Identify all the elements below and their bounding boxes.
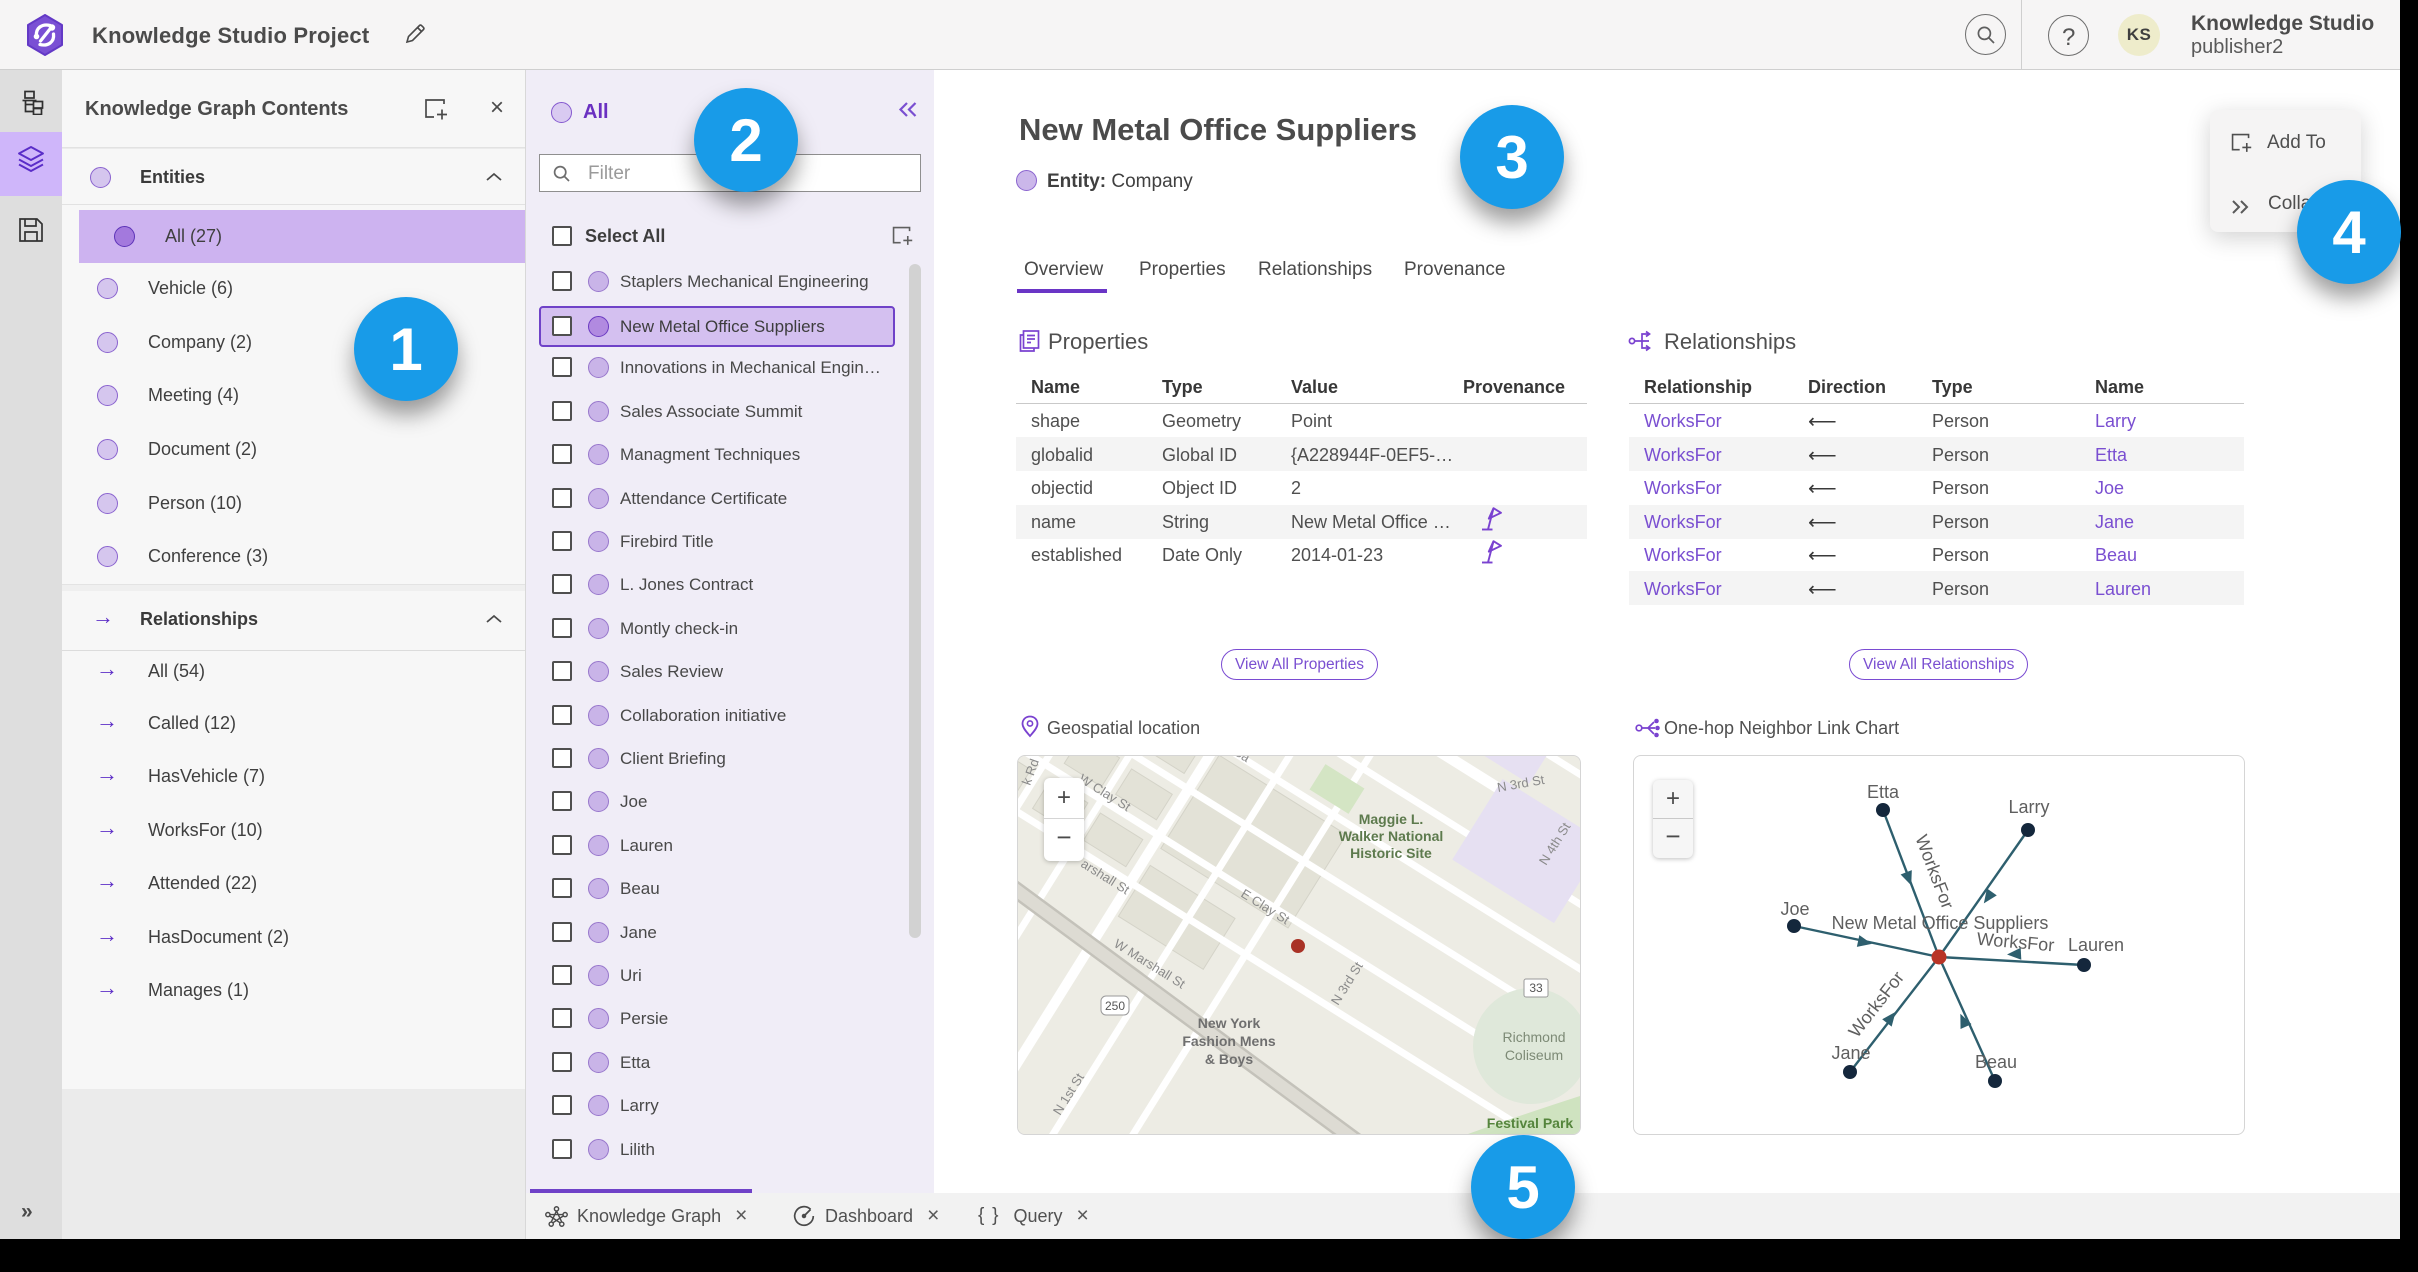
svg-text:Historic Site: Historic Site (1350, 845, 1432, 861)
svg-text:Festival Park: Festival Park (1487, 1115, 1574, 1131)
svg-text:Larry: Larry (2008, 797, 2049, 817)
svg-text:New Metal Office Suppliers: New Metal Office Suppliers (1832, 913, 2049, 933)
svg-text:New York: New York (1198, 1015, 1261, 1031)
svg-text:250: 250 (1105, 999, 1125, 1013)
svg-text:Beau: Beau (1975, 1052, 2017, 1072)
svg-text:Jane: Jane (1831, 1043, 1870, 1063)
svg-text:Etta: Etta (1867, 782, 1900, 802)
svg-text:33: 33 (1529, 981, 1543, 995)
svg-text:Lauren: Lauren (2068, 935, 2124, 955)
svg-text:Coliseum: Coliseum (1505, 1047, 1563, 1063)
svg-text:Walker National: Walker National (1339, 828, 1444, 844)
svg-text:& Boys: & Boys (1205, 1051, 1253, 1067)
svg-text:Maggie L.: Maggie L. (1359, 811, 1424, 827)
svg-text:Joe: Joe (1780, 899, 1809, 919)
svg-text:Richmond: Richmond (1502, 1029, 1565, 1045)
svg-text:WorksFor: WorksFor (1844, 968, 1908, 1042)
svg-text:Fashion Mens: Fashion Mens (1182, 1033, 1276, 1049)
